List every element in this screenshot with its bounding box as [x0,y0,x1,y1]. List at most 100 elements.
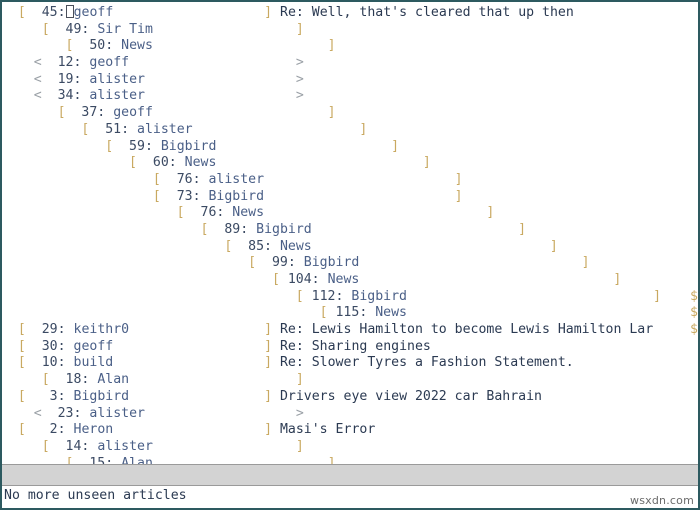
row-indent [2,355,18,370]
number-separator: : [144,138,153,154]
gnus-summary-buffer[interactable]: [ 45: geoff ] Re: Well, that's cleared th… [2,2,698,464]
author-field-pad [153,439,296,454]
summary-row[interactable]: [ 30: geoff ] Re: Sharing engines [2,339,698,356]
number-separator: : [57,5,66,20]
continuation-marker: $ [690,288,698,304]
article-number: 3 [25,388,58,404]
author-name: News [232,205,265,221]
article-number: 76 [184,205,217,221]
thread-close-bracket: ] [454,171,463,187]
author-gap [296,255,304,270]
thread-open-bracket: [ [129,155,137,171]
summary-row[interactable]: [ 51: alister ] [2,122,698,139]
summary-row[interactable]: < 19: alister > [2,72,698,89]
number-separator: : [240,221,249,237]
thread-close-bracket: ] [295,438,304,454]
subject-gap [272,322,280,337]
row-indent [2,55,34,70]
author-gap [272,239,280,254]
summary-row[interactable]: [ 99: Bigbird ] [2,255,698,272]
author-field-pad [113,5,264,20]
thread-open-bracket: [ [57,105,66,121]
article-number: 29 [25,322,58,338]
article-number: 45 [25,5,58,20]
author-field-pad [129,55,296,70]
author-name: Alan [121,455,153,464]
summary-row[interactable]: [ 76: News ] [2,205,698,222]
author-name: News [184,155,217,171]
row-indent [2,439,42,454]
thread-close-bracket: ] [518,221,527,237]
thread-close-bracket: ] [264,355,273,371]
summary-row[interactable]: [ 73: Bigbird ] [2,189,698,206]
summary-row[interactable]: [ 60: News ] [2,155,698,172]
author-field-pad [153,22,296,37]
summary-row[interactable]: [ 59: Bigbird ] [2,139,698,156]
summary-row[interactable]: [ 45: geoff ] Re: Well, that's cleared th… [2,5,698,22]
summary-row[interactable]: [ 14: alister ] [2,439,698,456]
number-separator: : [57,338,66,354]
summary-row[interactable]: < 12: geoff > [2,55,698,72]
subject-text: Re: Sharing engines [279,338,431,354]
thread-close-bracket: ] [359,121,368,137]
row-indent [2,105,58,120]
thread-close-bracket: ] [264,5,273,20]
summary-row[interactable]: [ 3: Bigbird ] Drivers eye view 2022 car… [2,389,698,406]
thread-open-bracket: [ [176,205,185,221]
article-number: 19 [41,71,74,87]
summary-row[interactable]: [ 89: Bigbird ] [2,222,698,239]
row-indent [2,155,129,170]
author-gap [66,355,74,370]
summary-row[interactable]: [ 10: build ] Re: Slower Tyres a Fashion… [2,355,698,372]
summary-row[interactable]: [ 2: Heron ] Masi's Error [2,422,698,439]
row-indent [2,322,18,337]
thread-collapsed-open: < [33,55,42,71]
author-field-pad [113,339,264,354]
summary-row[interactable]: [ 104: News ] [2,272,698,289]
author-name: keithr0 [73,322,130,338]
article-number: 15 [73,455,106,464]
summary-row[interactable]: [ 15: Alan ] [2,456,698,464]
summary-row[interactable]: [ 18: Alan ] [2,372,698,389]
number-separator: : [264,238,272,254]
subject-gap [272,339,280,354]
thread-close-bracket: ] [486,205,495,221]
summary-row[interactable]: [ 85: News ] [2,239,698,256]
author-name: Bigbird [256,221,312,237]
row-indent [2,372,42,387]
summary-row[interactable]: [ 49: Sir Tim ] [2,22,698,39]
subject-text: Re: Well, that's cleared that up then [280,5,574,20]
article-number: 2 [25,422,58,438]
author-gap [248,222,256,237]
summary-row[interactable]: < 23: alister > [2,406,698,423]
author-name: geoff [73,338,114,354]
author-name: Bigbird [208,188,265,204]
thread-open-bracket: [ [152,171,161,187]
thread-close-bracket: ] [327,105,336,121]
mode-line[interactable]: U:--@ r.a.s.f1 [0] {281 more} Top (1,9) … [2,464,698,486]
summary-row[interactable]: [ 50: News ] [2,38,698,55]
author-field-pad [129,372,296,387]
author-gap [105,105,113,120]
thread-close-bracket: ] [454,188,463,204]
author-gap [320,272,328,287]
subject-text: Re: Slower Tyres a Fashion Statement. [279,355,574,371]
summary-row[interactable]: [ 115: News $ [2,305,698,322]
subject-gap [272,389,280,404]
summary-row[interactable]: [ 76: alister ] [2,172,698,189]
echo-area: No more unseen articles [2,486,698,508]
thread-close-bracket: ] [295,21,304,37]
summary-row[interactable]: [ 37: geoff ] [2,105,698,122]
author-gap [66,422,74,437]
summary-row[interactable]: [ 112: Bigbird ] $ [2,289,698,306]
author-gap [66,389,74,404]
author-name: alister [137,121,193,137]
row-indent [2,239,224,254]
summary-row[interactable]: < 34: alister > [2,88,698,105]
summary-row[interactable]: [ 29: keithr0 ] Re: Lewis Hamilton to be… [2,322,698,339]
thread-collapsed-open: < [33,88,42,104]
thread-close-bracket: ] [264,338,273,354]
author-name: Alan [97,372,130,388]
row-indent [2,5,18,20]
row-indent [2,406,34,421]
